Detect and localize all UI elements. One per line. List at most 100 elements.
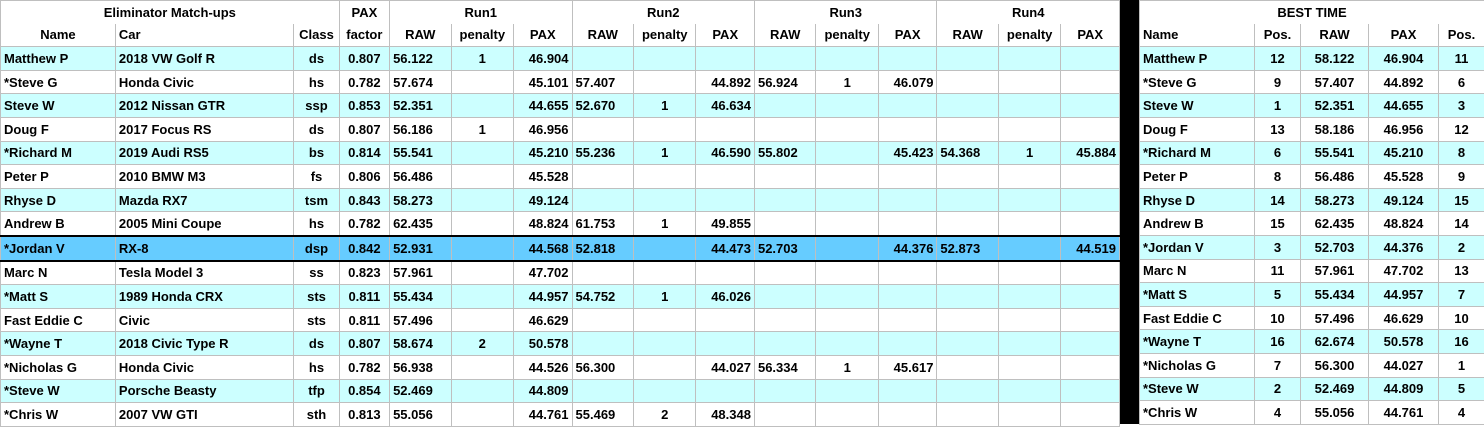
car-cell[interactable]: 2007 VW GTI — [115, 403, 293, 427]
run3-penalty-cell[interactable] — [816, 47, 878, 71]
run1-pax-cell[interactable]: 44.761 — [514, 403, 572, 427]
run4-penalty-cell[interactable] — [998, 70, 1060, 94]
col-header-run4-penalty[interactable]: penalty — [998, 24, 1060, 47]
run1-pax-cell[interactable]: 45.210 — [514, 141, 572, 165]
run4-raw-cell[interactable] — [937, 261, 998, 285]
col-header-run4-raw[interactable]: RAW — [937, 24, 998, 47]
class-cell[interactable]: ds — [294, 47, 339, 71]
pax-factor-cell[interactable]: 0.782 — [339, 355, 389, 379]
run3-raw-cell[interactable] — [754, 212, 815, 236]
bt-raw-cell[interactable]: 56.300 — [1301, 353, 1369, 377]
run2-pax-cell[interactable] — [696, 188, 754, 212]
bt-raw-cell[interactable]: 62.435 — [1301, 212, 1369, 236]
run4-title[interactable]: Run4 — [937, 1, 1120, 24]
run4-raw-cell[interactable]: 54.368 — [937, 141, 998, 165]
class-cell[interactable]: fs — [294, 165, 339, 189]
run3-raw-cell[interactable] — [754, 308, 815, 332]
car-cell[interactable]: 2012 Nissan GTR — [115, 94, 293, 118]
bt-col-header-name[interactable]: Name — [1140, 24, 1255, 47]
run2-pax-cell[interactable] — [696, 261, 754, 285]
pax-factor-cell[interactable]: 0.807 — [339, 47, 389, 71]
bt-raw-cell[interactable]: 62.674 — [1301, 330, 1369, 354]
bt-raw-cell[interactable]: 52.469 — [1301, 377, 1369, 401]
run2-penalty-cell[interactable]: 2 — [634, 403, 696, 427]
run1-pax-cell[interactable]: 50.578 — [514, 332, 572, 356]
run4-raw-cell[interactable]: 52.873 — [937, 236, 998, 261]
bt-pax-position-cell[interactable]: 15 — [1439, 188, 1484, 212]
bt-raw-position-cell[interactable]: 13 — [1255, 117, 1301, 141]
bt-pax-cell[interactable]: 44.027 — [1369, 353, 1439, 377]
run4-raw-cell[interactable] — [937, 47, 998, 71]
bt-pax-position-cell[interactable]: 1 — [1439, 353, 1484, 377]
run1-pax-cell[interactable]: 44.957 — [514, 285, 572, 309]
run3-raw-cell[interactable] — [754, 332, 815, 356]
run3-raw-cell[interactable]: 56.334 — [754, 355, 815, 379]
run3-pax-cell[interactable]: 44.376 — [878, 236, 936, 261]
run3-penalty-cell[interactable] — [816, 117, 878, 141]
col-header-run4-pax[interactable]: PAX — [1061, 24, 1120, 47]
run3-pax-cell[interactable] — [878, 261, 936, 285]
run1-penalty-cell[interactable] — [451, 355, 513, 379]
run3-pax-cell[interactable] — [878, 188, 936, 212]
bt-driver-name-cell[interactable]: Steve W — [1140, 94, 1255, 118]
bt-driver-name-cell[interactable]: *Nicholas G — [1140, 353, 1255, 377]
bt-driver-name-cell[interactable]: Rhyse D — [1140, 188, 1255, 212]
bt-raw-position-cell[interactable]: 1 — [1255, 94, 1301, 118]
run2-pax-cell[interactable] — [696, 165, 754, 189]
pax-factor-cell[interactable]: 0.782 — [339, 212, 389, 236]
pax-factor-cell[interactable]: 0.823 — [339, 261, 389, 285]
run2-raw-cell[interactable] — [572, 332, 633, 356]
run1-penalty-cell[interactable] — [451, 285, 513, 309]
run2-penalty-cell[interactable] — [634, 165, 696, 189]
run3-title[interactable]: Run3 — [754, 1, 936, 24]
run3-penalty-cell[interactable] — [816, 188, 878, 212]
run2-raw-cell[interactable]: 56.300 — [572, 355, 633, 379]
run1-pax-cell[interactable]: 45.528 — [514, 165, 572, 189]
bt-pax-position-cell[interactable]: 2 — [1439, 235, 1484, 259]
run2-raw-cell[interactable]: 57.407 — [572, 70, 633, 94]
run4-penalty-cell[interactable] — [998, 379, 1060, 403]
run4-raw-cell[interactable] — [937, 403, 998, 427]
bt-pax-cell[interactable]: 49.124 — [1369, 188, 1439, 212]
bt-pax-position-cell[interactable]: 11 — [1439, 47, 1484, 71]
bt-pax-position-cell[interactable]: 3 — [1439, 94, 1484, 118]
car-cell[interactable]: 2018 VW Golf R — [115, 47, 293, 71]
bt-pax-position-cell[interactable]: 7 — [1439, 283, 1484, 307]
pax-factor-cell[interactable]: 0.807 — [339, 332, 389, 356]
run3-raw-cell[interactable]: 52.703 — [754, 236, 815, 261]
run1-penalty-cell[interactable] — [451, 70, 513, 94]
run4-penalty-cell[interactable] — [998, 165, 1060, 189]
run2-pax-cell[interactable] — [696, 308, 754, 332]
run4-pax-cell[interactable] — [1061, 379, 1120, 403]
pax-factor-cell[interactable]: 0.853 — [339, 94, 389, 118]
run4-penalty-cell[interactable] — [998, 47, 1060, 71]
bt-pax-cell[interactable]: 44.655 — [1369, 94, 1439, 118]
col-header-run2-penalty[interactable]: penalty — [634, 24, 696, 47]
col-header-run1-penalty[interactable]: penalty — [451, 24, 513, 47]
run2-raw-cell[interactable]: 55.469 — [572, 403, 633, 427]
run4-raw-cell[interactable] — [937, 188, 998, 212]
driver-name-cell[interactable]: Peter P — [1, 165, 116, 189]
run2-penalty-cell[interactable] — [634, 261, 696, 285]
class-cell[interactable]: dsp — [294, 236, 339, 261]
run4-pax-cell[interactable] — [1061, 308, 1120, 332]
run4-pax-cell[interactable]: 44.519 — [1061, 236, 1120, 261]
class-cell[interactable]: tsm — [294, 188, 339, 212]
run2-pax-cell[interactable] — [696, 117, 754, 141]
car-cell[interactable]: 2018 Civic Type R — [115, 332, 293, 356]
bt-driver-name-cell[interactable]: *Chris W — [1140, 401, 1255, 425]
run4-raw-cell[interactable] — [937, 332, 998, 356]
run1-pax-cell[interactable]: 47.702 — [514, 261, 572, 285]
bt-raw-position-cell[interactable]: 12 — [1255, 47, 1301, 71]
run3-raw-cell[interactable] — [754, 47, 815, 71]
run3-raw-cell[interactable] — [754, 94, 815, 118]
run4-raw-cell[interactable] — [937, 308, 998, 332]
group-title[interactable]: Eliminator Match-ups — [1, 1, 340, 24]
run4-raw-cell[interactable] — [937, 117, 998, 141]
bt-driver-name-cell[interactable]: Andrew B — [1140, 212, 1255, 236]
run2-raw-cell[interactable] — [572, 261, 633, 285]
bt-pax-position-cell[interactable]: 10 — [1439, 306, 1484, 330]
pax-factor-cell[interactable]: 0.806 — [339, 165, 389, 189]
pax-factor-cell[interactable]: 0.843 — [339, 188, 389, 212]
bt-raw-cell[interactable]: 58.186 — [1301, 117, 1369, 141]
